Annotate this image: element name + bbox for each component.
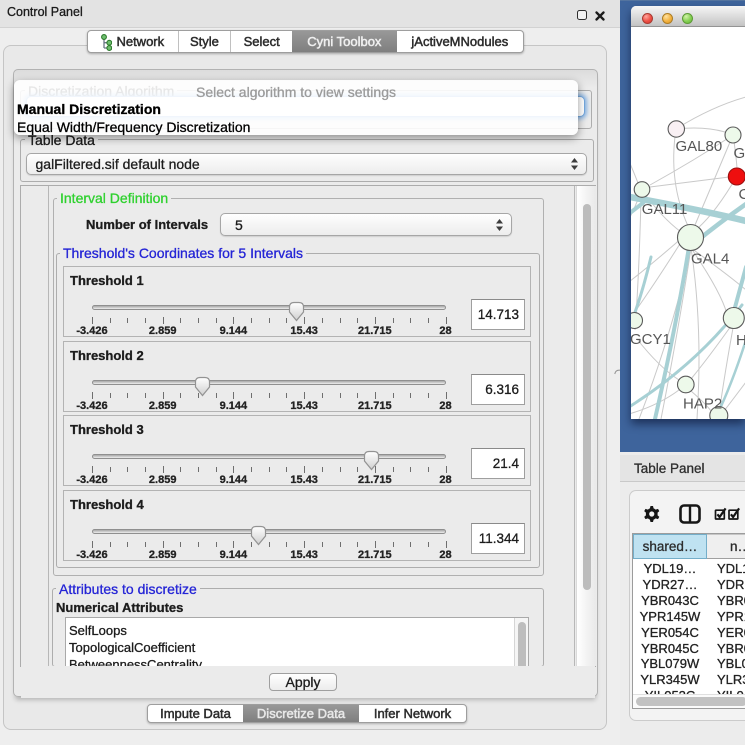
svg-text:GAL4: GAL4 <box>691 251 729 268</box>
svg-text:GCY1: GCY1 <box>631 331 671 348</box>
svg-text:CD: CD <box>739 186 745 203</box>
svg-text:GAL80: GAL80 <box>676 138 723 155</box>
svg-text:GAL11: GAL11 <box>642 201 688 218</box>
svg-text:HAP2: HAP2 <box>683 396 722 413</box>
svg-text:H: H <box>736 332 745 349</box>
svg-text:GA: GA <box>734 145 745 162</box>
